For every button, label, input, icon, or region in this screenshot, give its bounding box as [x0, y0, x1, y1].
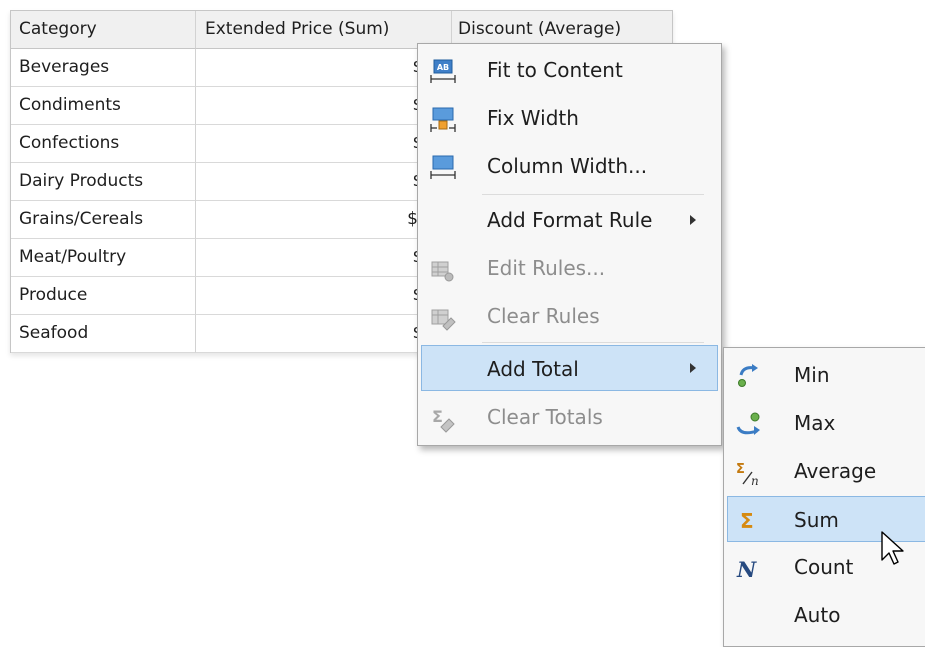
- grid-cell-category[interactable]: Dairy Products: [11, 163, 196, 201]
- column-header-extended-price[interactable]: Extended Price (Sum): [196, 11, 452, 49]
- menu-item-fit-to-content[interactable]: AB Fit to Content: [421, 47, 718, 93]
- grid-cell-price[interactable]: $26: [196, 49, 452, 87]
- menu-item-label: Edit Rules...: [487, 256, 606, 280]
- menu-item-label: Clear Totals: [487, 405, 603, 429]
- menu-item-edit-rules: Edit Rules...: [421, 245, 718, 291]
- submenu-item-max[interactable]: Max: [727, 400, 925, 446]
- grid-cell-category[interactable]: Confections: [11, 125, 196, 163]
- column-width-icon: [429, 154, 457, 182]
- min-icon: [735, 363, 763, 391]
- submenu-item-label: Average: [794, 459, 877, 483]
- menu-item-add-format-rule[interactable]: Add Format Rule: [421, 197, 718, 243]
- svg-text:AB: AB: [437, 63, 449, 72]
- max-icon: [735, 411, 763, 439]
- mouse-pointer-icon: [879, 530, 909, 570]
- sum-icon: Σ: [736, 507, 764, 535]
- svg-text:Σ: Σ: [736, 462, 745, 477]
- grid-cell-price[interactable]: $10: [196, 277, 452, 315]
- grid-cell-price[interactable]: $95.: [196, 201, 452, 239]
- column-context-menu: AB Fit to Content Fix Width Column Width…: [417, 43, 722, 446]
- menu-item-label: Clear Rules: [487, 304, 600, 328]
- svg-text:N: N: [736, 557, 757, 582]
- menu-item-label: Fix Width: [487, 106, 579, 130]
- count-icon: N: [735, 555, 763, 583]
- svg-text:n: n: [751, 474, 759, 487]
- grid-cell-category[interactable]: Seafood: [11, 315, 196, 353]
- menu-item-label: Fit to Content: [487, 58, 623, 82]
- add-total-submenu: Min Max Σ n Average Σ Sum N Count Auto: [723, 347, 925, 647]
- grid-cell-price[interactable]: $16: [196, 239, 452, 277]
- submenu-arrow-icon: [690, 215, 696, 225]
- menu-item-label: Add Total: [487, 357, 579, 381]
- grid-cell-category[interactable]: Meat/Poultry: [11, 239, 196, 277]
- submenu-item-label: Min: [794, 363, 830, 387]
- grid-cell-price[interactable]: $23: [196, 163, 452, 201]
- submenu-item-label: Count: [794, 555, 854, 579]
- grid-cell-category[interactable]: Produce: [11, 277, 196, 315]
- fit-to-content-icon: AB: [429, 58, 457, 86]
- menu-item-column-width[interactable]: Column Width...: [421, 143, 718, 189]
- menu-item-label: Add Format Rule: [487, 208, 653, 232]
- svg-text:Σ: Σ: [740, 509, 754, 533]
- average-icon: Σ n: [735, 459, 763, 487]
- menu-item-label: Column Width...: [487, 154, 648, 178]
- column-header-category[interactable]: Category: [11, 11, 196, 49]
- menu-item-clear-rules: Clear Rules: [421, 293, 718, 339]
- edit-rules-icon: [429, 256, 457, 284]
- menu-separator: [482, 342, 704, 343]
- menu-separator: [482, 194, 704, 195]
- submenu-item-min[interactable]: Min: [727, 352, 925, 398]
- clear-totals-icon: Σ: [429, 405, 457, 433]
- submenu-item-label: Sum: [794, 508, 839, 532]
- submenu-item-auto[interactable]: Auto: [727, 592, 925, 638]
- grid-cell-price[interactable]: $10: [196, 87, 452, 125]
- menu-item-fix-width[interactable]: Fix Width: [421, 95, 718, 141]
- grid-cell-price[interactable]: $13: [196, 315, 452, 353]
- submenu-item-average[interactable]: Σ n Average: [727, 448, 925, 494]
- fix-width-icon: [429, 106, 457, 134]
- menu-item-clear-totals: Σ Clear Totals: [421, 394, 718, 440]
- grid-cell-category[interactable]: Condiments: [11, 87, 196, 125]
- submenu-arrow-icon: [690, 363, 696, 373]
- grid-cell-price[interactable]: $16: [196, 125, 452, 163]
- svg-text:Σ: Σ: [432, 407, 443, 426]
- menu-item-add-total[interactable]: Add Total: [421, 345, 718, 391]
- clear-rules-icon: [429, 304, 457, 332]
- submenu-item-label: Max: [794, 411, 836, 435]
- grid-cell-category[interactable]: Grains/Cereals: [11, 201, 196, 239]
- submenu-item-label: Auto: [794, 603, 841, 627]
- grid-cell-category[interactable]: Beverages: [11, 49, 196, 87]
